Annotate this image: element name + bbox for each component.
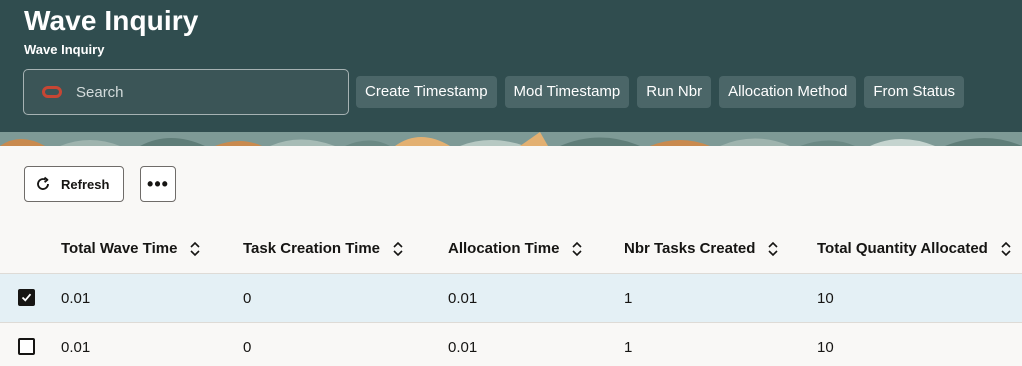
cell-allocation-time: 0.01 — [448, 289, 478, 307]
cell-nbr-tasks-created: 1 — [624, 338, 633, 356]
cell-task-creation-time: 0 — [243, 338, 252, 356]
sort-icon — [768, 241, 779, 256]
more-actions-button[interactable]: ••• — [140, 166, 176, 202]
cell-nbr-tasks-created: 1 — [624, 289, 633, 307]
filter-chip-mod-timestamp[interactable]: Mod Timestamp — [504, 76, 630, 108]
checkmark-icon — [21, 293, 32, 302]
refresh-icon — [37, 176, 49, 190]
filter-chip-create-timestamp[interactable]: Create Timestamp — [356, 76, 497, 108]
cell-allocation-time: 0.01 — [448, 338, 478, 356]
cell-total-wave-time: 0.01 — [61, 338, 91, 356]
filter-chip-allocation-method[interactable]: Allocation Method — [719, 76, 857, 108]
cell-total-quantity-allocated: 10 — [817, 289, 834, 307]
search-input[interactable]: Search — [23, 69, 349, 115]
sort-icon — [572, 241, 582, 256]
filter-chip-run-nbr[interactable]: Run Nbr — [637, 76, 712, 108]
filter-chip-from-status[interactable]: From Status — [864, 76, 965, 108]
column-header-task-creation-time[interactable]: Task Creation Time — [243, 224, 404, 273]
column-header-total-wave-time[interactable]: Total Wave Time — [61, 224, 201, 273]
header-banner-illustration — [0, 132, 1022, 146]
sort-icon — [393, 241, 403, 256]
table-header-row: Total Wave Time Task Creation Time Alloc… — [0, 224, 1022, 274]
cell-total-wave-time: 0.01 — [61, 289, 91, 307]
wave-table: Total Wave Time Task Creation Time Alloc… — [0, 224, 1022, 366]
column-header-total-quantity-allocated[interactable]: Total Quantity Allocated — [817, 224, 1012, 273]
page-title: Wave Inquiry — [24, 5, 199, 36]
cell-total-quantity-allocated: 10 — [817, 338, 834, 356]
table-row[interactable]: 0.01 0 0.01 1 10 — [0, 274, 1022, 323]
search-placeholder: Search — [76, 83, 124, 101]
oracle-search-icon — [42, 86, 62, 98]
cell-task-creation-time: 0 — [243, 289, 252, 307]
column-header-allocation-time[interactable]: Allocation Time — [448, 224, 583, 273]
sort-icon — [1001, 241, 1011, 256]
table-row[interactable]: 0.01 0 0.01 1 10 — [0, 323, 1022, 366]
refresh-label: Refresh — [61, 176, 110, 192]
page-header: Wave Inquiry Wave Inquiry Search Create … — [0, 0, 1022, 146]
row-checkbox[interactable] — [18, 338, 35, 355]
more-dots-icon: ••• — [147, 174, 169, 194]
refresh-button[interactable]: Refresh — [24, 166, 124, 202]
page-subtitle: Wave Inquiry — [24, 42, 105, 57]
filter-chips: Create Timestamp Mod Timestamp Run Nbr A… — [356, 76, 965, 108]
sort-icon — [190, 241, 200, 256]
column-header-nbr-tasks-created[interactable]: Nbr Tasks Created — [624, 224, 779, 273]
row-checkbox[interactable] — [18, 289, 35, 306]
